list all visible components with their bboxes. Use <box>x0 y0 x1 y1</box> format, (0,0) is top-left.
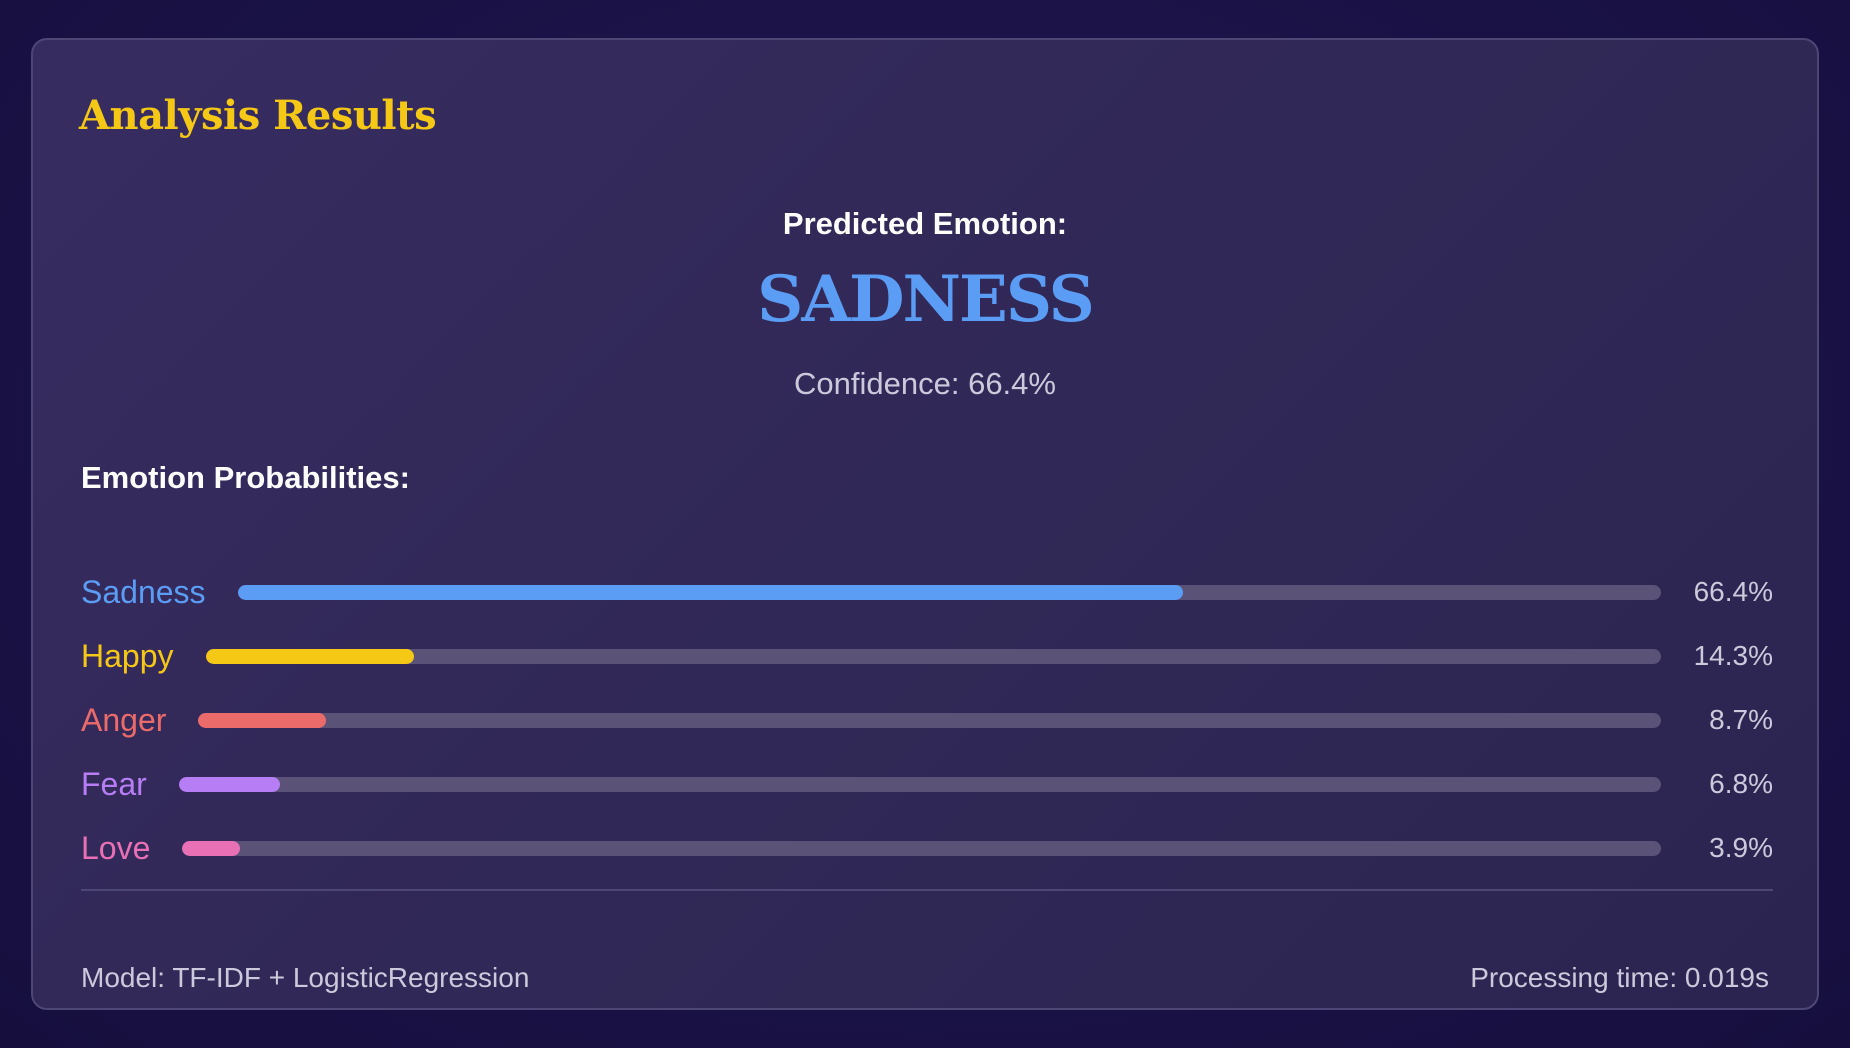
analysis-results-card: Analysis Results Predicted Emotion: SADN… <box>31 38 1819 1010</box>
probability-row-fear: Fear 6.8% <box>81 752 1773 816</box>
probability-label: Anger <box>81 701 167 738</box>
probability-percent: 8.7% <box>1709 704 1773 735</box>
probability-label: Love <box>81 829 151 866</box>
card-title: Analysis Results <box>79 92 437 139</box>
probability-track <box>182 840 1661 856</box>
probability-label: Sadness <box>81 573 206 610</box>
predicted-emotion-value: SADNESS <box>757 262 1095 337</box>
probability-track <box>178 776 1661 792</box>
footer-divider <box>81 889 1773 891</box>
probability-label: Happy <box>81 637 174 674</box>
probability-bars: Sadness 66.4% Happy 14.3% Anger 8.7% Fea… <box>81 560 1773 880</box>
probabilities-heading: Emotion Probabilities: <box>81 460 410 495</box>
probability-row-love: Love 3.9% <box>81 816 1773 880</box>
probability-percent: 3.9% <box>1709 832 1773 863</box>
probability-percent: 66.4% <box>1693 576 1773 607</box>
probability-fill <box>198 712 326 728</box>
probability-percent: 14.3% <box>1693 640 1773 671</box>
probability-row-sadness: Sadness 66.4% <box>81 560 1773 624</box>
probability-fill <box>237 584 1183 600</box>
probability-row-happy: Happy 14.3% <box>81 624 1773 688</box>
probability-row-anger: Anger 8.7% <box>81 688 1773 752</box>
probability-track <box>237 584 1661 600</box>
model-info: Model: TF-IDF + LogisticRegression <box>81 962 530 993</box>
probability-fill <box>182 840 241 856</box>
probability-track <box>198 712 1661 728</box>
probability-label: Fear <box>81 765 147 802</box>
probability-percent: 6.8% <box>1709 768 1773 799</box>
probability-track <box>205 648 1661 664</box>
processing-time: Processing time: 0.019s <box>1470 962 1769 993</box>
predicted-emotion-label: Predicted Emotion: <box>782 206 1068 241</box>
probability-fill <box>205 648 414 664</box>
confidence-text: Confidence: 66.4% <box>794 366 1056 401</box>
probability-fill <box>178 776 280 792</box>
